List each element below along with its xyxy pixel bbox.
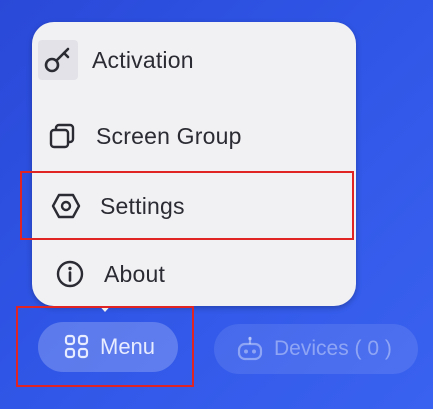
menu-button[interactable]: Menu: [38, 322, 178, 372]
hexagon-settings-icon: [46, 186, 86, 226]
devices-button-label: Devices ( 0 ): [274, 337, 392, 360]
grid-icon: [64, 334, 90, 360]
menu-item-about[interactable]: About: [32, 244, 356, 304]
menu-item-label: Screen Group: [96, 122, 242, 149]
menu-popup: Activation Screen Group Settings About: [32, 22, 356, 306]
menu-caret: [96, 302, 114, 312]
stacked-squares-icon: [42, 116, 82, 156]
menu-item-screen-group[interactable]: Screen Group: [32, 106, 356, 166]
menu-item-activation[interactable]: Activation: [32, 30, 356, 90]
info-icon: [50, 254, 90, 294]
devices-button[interactable]: Devices ( 0 ): [214, 324, 418, 374]
robot-icon: [236, 336, 264, 362]
key-icon: [38, 40, 78, 80]
menu-item-label: Activation: [92, 46, 194, 73]
menu-item-label: About: [104, 260, 166, 287]
menu-item-settings[interactable]: Settings: [32, 176, 356, 236]
menu-item-label: Settings: [100, 192, 185, 219]
menu-button-label: Menu: [100, 334, 156, 359]
